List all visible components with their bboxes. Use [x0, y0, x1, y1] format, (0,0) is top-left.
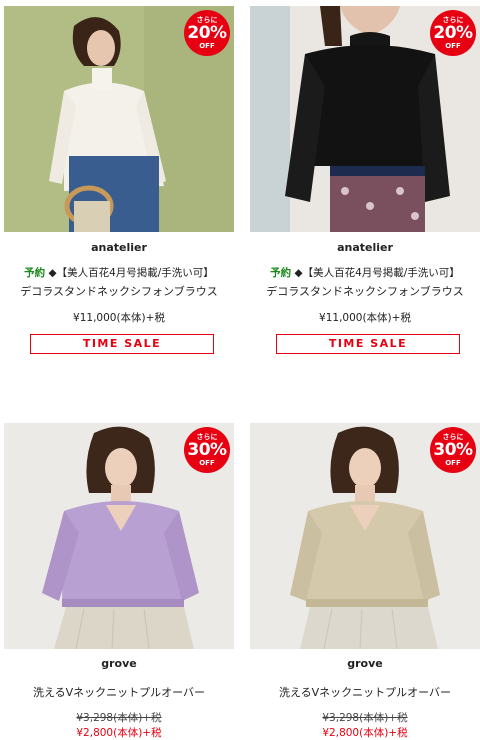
reserve-label: 予約: [270, 267, 292, 279]
brand-name[interactable]: anatelier: [250, 241, 480, 254]
time-sale-button[interactable]: TIME SALE: [30, 334, 214, 354]
discount-badge: さらに 20% OFF: [184, 10, 230, 56]
discount-badge: さらに 30% OFF: [184, 427, 230, 473]
discount-badge: さらに 20% OFF: [430, 10, 476, 56]
tagline-text: ◆【美人百花4月号掲載/手洗い可】: [294, 267, 460, 279]
tagline-text: ◆【美人百花4月号掲載/手洗い可】: [48, 267, 214, 279]
product-image[interactable]: さらに 30% OFF: [4, 423, 234, 649]
product-tagline[interactable]: 予約 ◆【美人百花4月号掲載/手洗い可】: [4, 265, 234, 280]
product-price: ¥11,000(本体)+税: [319, 312, 411, 324]
product-card[interactable]: さらに 30% OFF grove 洗えるVネックニットプルオーバー ¥3,29…: [250, 423, 480, 739]
discount-badge: さらに 30% OFF: [430, 427, 476, 473]
brand-name[interactable]: grove: [4, 657, 234, 670]
product-card[interactable]: さらに 20% OFF anatelier 予約 ◆【美人百花4月号掲載/手洗い…: [4, 6, 234, 356]
brand-name[interactable]: anatelier: [4, 241, 234, 254]
product-card[interactable]: さらに 20% OFF anatelier 予約 ◆【美人百花4月号掲載/手洗い…: [250, 6, 480, 356]
product-image[interactable]: さらに 30% OFF: [250, 423, 480, 649]
product-title[interactable]: 洗えるVネックニットプルオーバー: [250, 684, 480, 700]
time-sale-button[interactable]: TIME SALE: [276, 334, 460, 354]
product-price: ¥11,000(本体)+税: [73, 312, 165, 324]
original-price: ¥3,298(本体)+税: [76, 712, 162, 724]
product-tagline[interactable]: 予約 ◆【美人百花4月号掲載/手洗い可】: [250, 265, 480, 280]
original-price: ¥3,298(本体)+税: [322, 712, 408, 724]
product-image[interactable]: さらに 20% OFF: [250, 6, 480, 232]
product-title[interactable]: 洗えるVネックニットプルオーバー: [4, 684, 234, 700]
brand-name[interactable]: grove: [250, 657, 480, 670]
product-card[interactable]: さらに 30% OFF grove 洗えるVネックニットプルオーバー ¥3,29…: [4, 423, 234, 739]
product-title[interactable]: デコラスタンドネックシフォンブラウス: [4, 283, 234, 299]
reserve-label: 予約: [24, 267, 46, 279]
product-title[interactable]: デコラスタンドネックシフォンブラウス: [250, 283, 480, 299]
product-image[interactable]: さらに 20% OFF: [4, 6, 234, 232]
